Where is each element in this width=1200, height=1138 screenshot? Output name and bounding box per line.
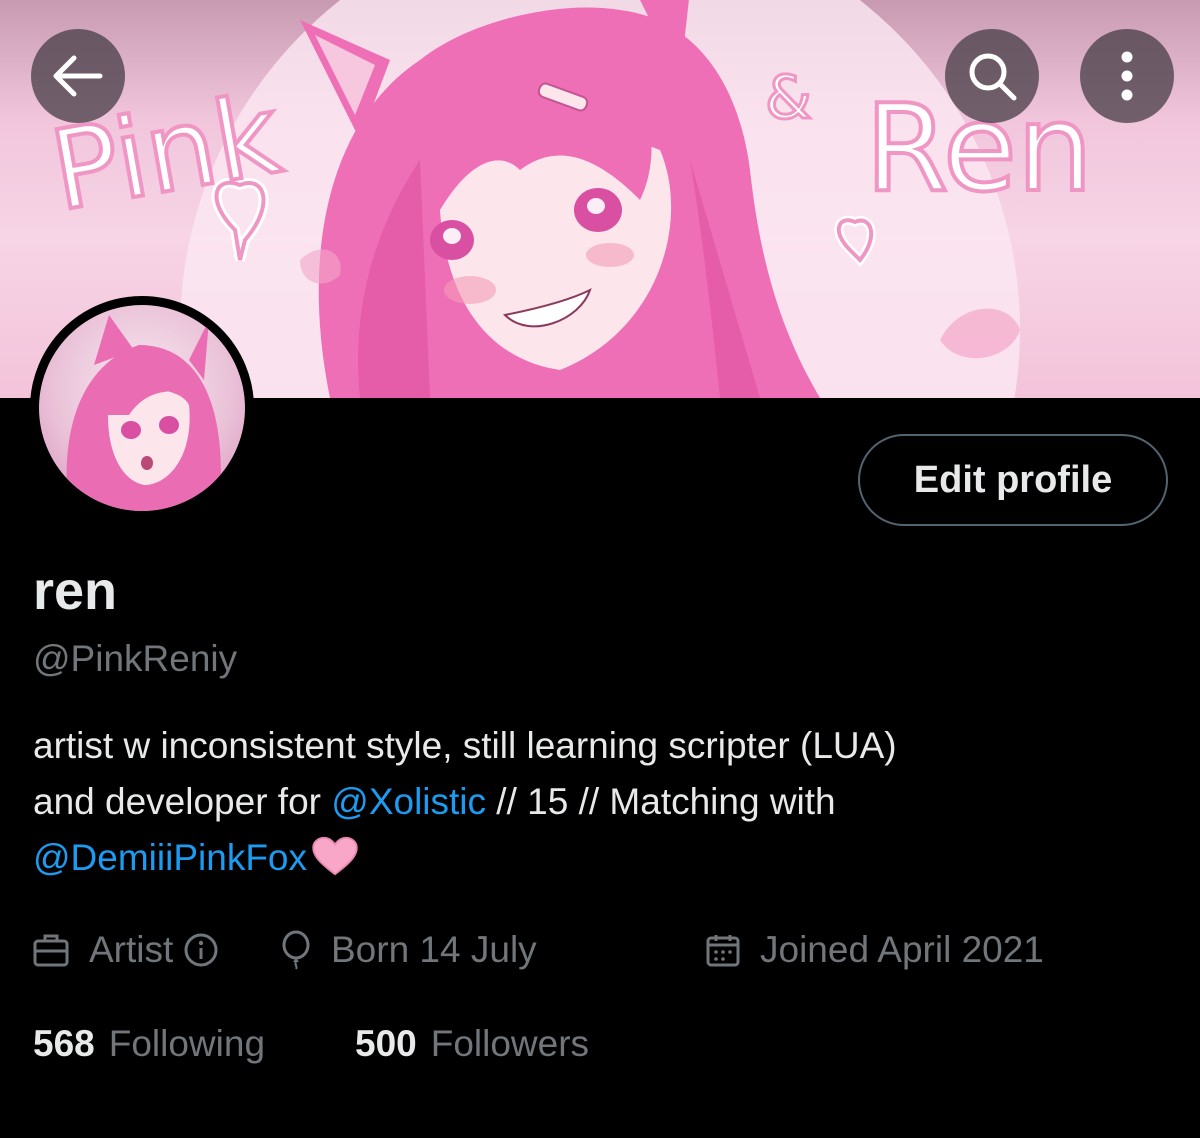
followers-label: Followers [430,1023,590,1064]
search-button[interactable] [945,29,1039,123]
profile-birthday: Born 14 July [281,922,537,978]
info-icon[interactable] [183,932,219,968]
bio-text: and developer for [33,781,332,822]
avatar-image [39,305,245,511]
pink-heart-icon [312,836,358,876]
joined-label: Joined April 2021 [760,929,1044,970]
avatar[interactable] [30,296,254,520]
search-icon [969,53,1017,101]
calendar-icon [706,935,740,967]
bio-line-2: and developer for @Xolistic // 15 // Mat… [33,774,1173,830]
mention-link-demiiipinkfox[interactable]: @DemiiiPinkFox [33,837,307,878]
more-vertical-icon [1121,51,1133,101]
display-name: ren [33,561,118,621]
profile-join-date: Joined April 2021 [706,922,1044,978]
following-link[interactable]: 568 Following [33,1018,265,1070]
edit-profile-button[interactable]: Edit profile [858,434,1168,526]
profile-bio: artist w inconsistent style, still learn… [33,718,1173,886]
profile-category: Artist [33,922,219,978]
birthday-label: Born 14 July [331,929,537,970]
following-count: 568 [33,1023,95,1064]
bio-text: // 15 // Matching with [486,781,836,822]
balloon-icon [282,930,310,970]
more-options-button[interactable] [1080,29,1174,123]
username-handle: @PinkReniy [33,638,238,679]
following-label: Following [108,1023,266,1064]
bio-line-1: artist w inconsistent style, still learn… [33,725,897,766]
briefcase-icon [33,934,69,967]
bio-line-3: @DemiiiPinkFox [33,830,1173,886]
followers-count: 500 [355,1023,417,1064]
svg-text:&: & [765,63,812,133]
mention-link-xolistic[interactable]: @Xolistic [331,781,486,822]
arrow-left-icon [53,55,103,97]
category-label: Artist [89,929,174,970]
back-button[interactable] [31,29,125,123]
followers-link[interactable]: 500 Followers [355,1018,589,1070]
